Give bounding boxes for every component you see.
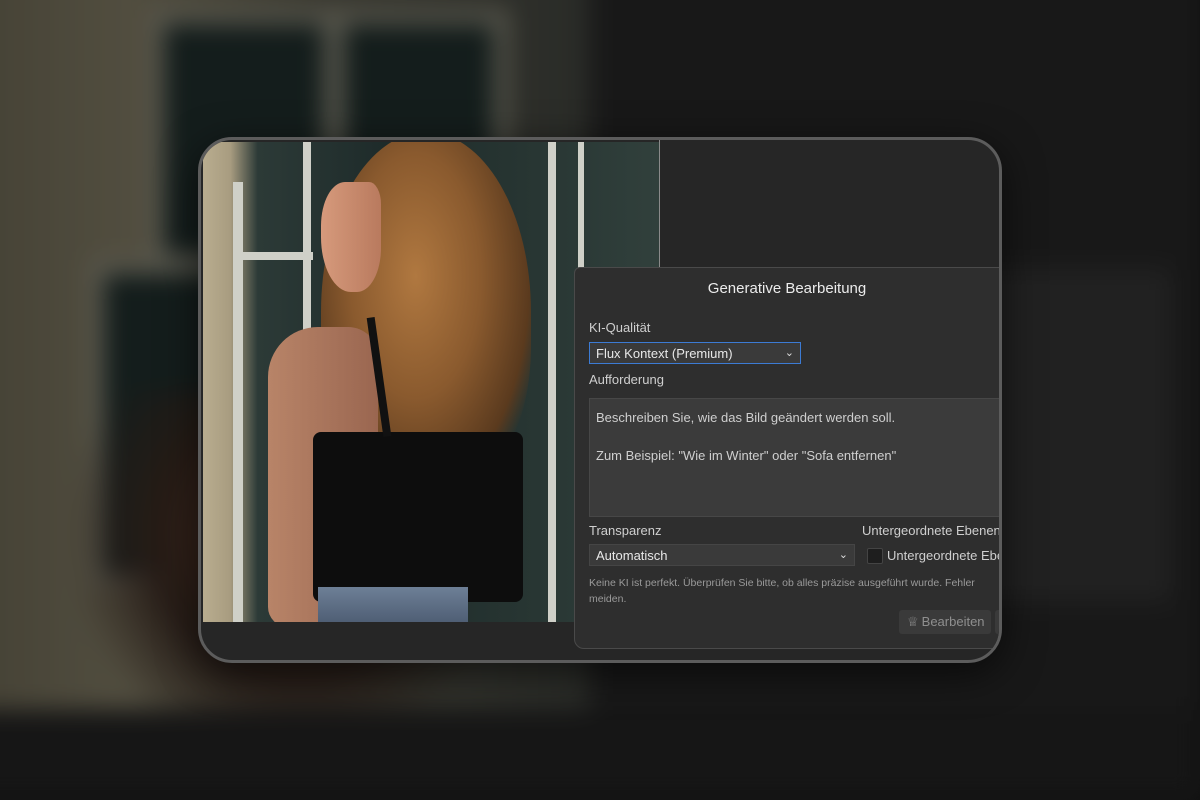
quality-label: KI-Qualität: [589, 320, 651, 335]
cancel-button[interactable]: [995, 610, 999, 634]
chevron-down-icon: ⌄: [784, 347, 794, 359]
edit-button-label: Bearbeiten: [921, 614, 985, 629]
transparency-label: Transparenz: [589, 523, 662, 538]
quality-select[interactable]: Flux Kontext (Premium) ⌄: [589, 342, 801, 364]
crown-icon: ♕: [907, 614, 919, 629]
transparency-select[interactable]: Automatisch ⌄: [589, 544, 855, 566]
sublayers-checkbox-label: Untergeordnete Ebenen: [887, 548, 1002, 563]
app-window: Generative Bearbeitung KI-Qualität Flux …: [198, 137, 1002, 663]
disclaimer-text: Keine KI ist perfekt. Überprüfen Sie bit…: [589, 577, 975, 605]
prompt-label: Aufforderung: [589, 372, 664, 387]
sublayers-label: Untergeordnete Ebenen: [862, 523, 1001, 538]
edit-button[interactable]: ♕ Bearbeiten: [899, 610, 991, 634]
chevron-down-icon: ⌄: [838, 549, 848, 561]
transparency-value: Automatisch: [596, 548, 668, 563]
prompt-textarea[interactable]: Beschreiben Sie, wie das Bild geändert w…: [589, 398, 999, 517]
quality-value: Flux Kontext (Premium): [596, 346, 733, 361]
generative-edit-dialog: Generative Bearbeitung KI-Qualität Flux …: [574, 267, 1002, 649]
dialog-title: Generative Bearbeitung: [707, 280, 867, 297]
sublayers-checkbox[interactable]: [867, 548, 883, 564]
